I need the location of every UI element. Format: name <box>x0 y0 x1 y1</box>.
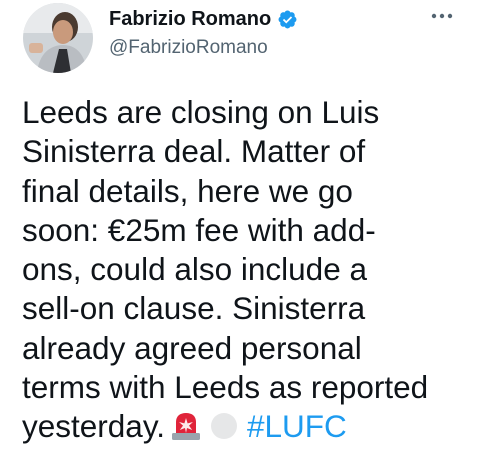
tweet-text-line: final details, here we go <box>22 172 353 209</box>
author-name-row: Fabrizio Romano <box>109 6 298 32</box>
tweet-card: Fabrizio Romano @FabrizioRomano Leeds ar… <box>0 0 480 463</box>
tweet-text-line: Leeds are closing on Luis <box>22 94 380 130</box>
white-circle-emoji <box>207 411 241 450</box>
tweet-text-line: soon: €25m fee with add- <box>22 211 376 248</box>
siren-emoji <box>169 411 203 450</box>
author-avatar[interactable] <box>23 3 93 73</box>
author-handle[interactable]: @FabrizioRomano <box>109 36 268 60</box>
tweet-text-line: ons, could also include a <box>22 251 367 288</box>
author-display-name[interactable]: Fabrizio Romano <box>109 6 271 32</box>
more-options-icon <box>431 13 453 19</box>
verified-badge-icon <box>277 9 298 30</box>
tweet-text-last-line: yesterday. #LUFC <box>22 407 472 450</box>
tweet-text-line: yesterday. <box>22 408 165 445</box>
tweet-text-line: sell-on clause. Sinisterra <box>22 290 366 327</box>
avatar-image <box>23 3 93 73</box>
hashtag-link[interactable]: #LUFC <box>247 408 347 444</box>
tweet-text-line: Sinisterra deal. Matter of <box>22 133 366 170</box>
more-options-button[interactable] <box>425 6 459 26</box>
tweet-text: Leeds are closing on Luis Sinisterra dea… <box>22 93 472 451</box>
tweet-text-line: terms with Leeds as reported <box>22 369 429 406</box>
tweet-text-line: already agreed personal <box>22 329 362 366</box>
